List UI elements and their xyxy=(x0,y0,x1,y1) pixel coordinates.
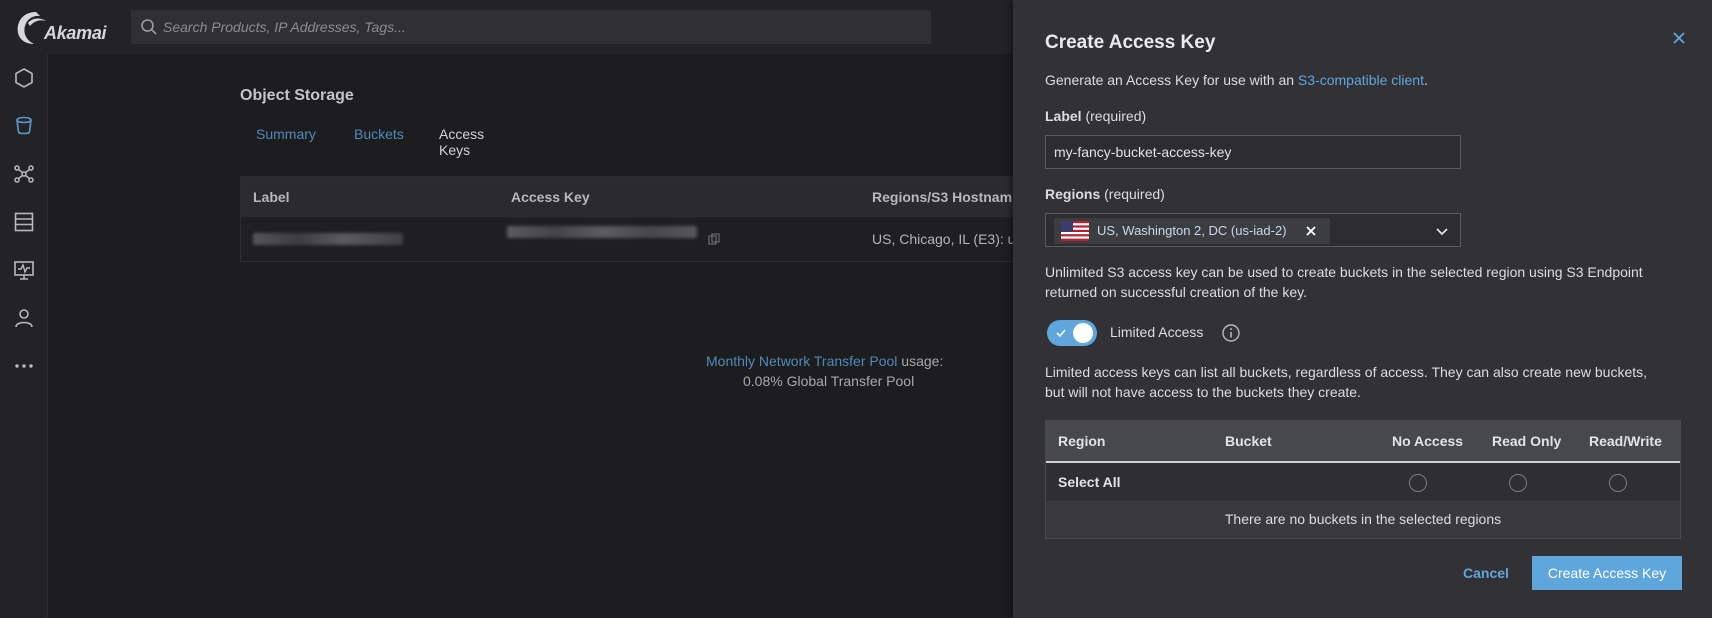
drawer-title: Create Access Key xyxy=(1045,32,1216,53)
sidebar-nav xyxy=(0,54,48,618)
regions-select[interactable]: US, Washington 2, DC (us-iad-2) xyxy=(1045,213,1461,247)
unlimited-access-note: Unlimited S3 access key can be used to c… xyxy=(1045,262,1695,302)
select-all-label: Select All xyxy=(1058,474,1121,490)
check-icon xyxy=(1056,329,1066,338)
tab-access-keys-label: Access Keys xyxy=(439,126,485,158)
table-row: US, Chicago, IL (E3): u xyxy=(241,217,1041,261)
info-icon[interactable] xyxy=(1221,323,1241,343)
copy-icon[interactable] xyxy=(708,233,720,245)
cancel-button[interactable]: Cancel xyxy=(1453,557,1519,589)
compute-icon[interactable] xyxy=(12,66,36,90)
empty-state-row: There are no buckets in the selected reg… xyxy=(1046,501,1680,538)
header-bucket: Bucket xyxy=(1225,433,1272,449)
transfer-suffix: usage: xyxy=(897,353,944,369)
desc-suffix: . xyxy=(1423,72,1428,88)
table-header: Label Access Key Regions/S3 Hostnam xyxy=(241,177,1041,217)
search-icon xyxy=(141,19,157,35)
label-field-title: Label xyxy=(1045,108,1082,124)
label-input[interactable] xyxy=(1045,135,1461,169)
transfer-pool-value: 0.08% Global Transfer Pool xyxy=(743,373,915,389)
region-chip: US, Washington 2, DC (us-iad-2) xyxy=(1054,218,1330,244)
network-icon[interactable] xyxy=(12,162,36,186)
header-regions: Regions/S3 Hostnam xyxy=(872,189,1013,205)
close-icon[interactable] xyxy=(1669,28,1689,48)
header-region: Region xyxy=(1058,433,1106,449)
row-regions: US, Chicago, IL (E3): u xyxy=(872,231,1016,247)
header-no-access: No Access xyxy=(1392,433,1464,449)
transfer-pool-usage: Monthly Network Transfer Pool usage: xyxy=(706,353,943,369)
akamai-logo[interactable]: Akamai xyxy=(14,9,107,45)
permissions-table: Region Bucket No Access Read Only Read/W… xyxy=(1045,420,1681,539)
header-access-key: Access Key xyxy=(511,189,590,205)
region-chip-label: US, Washington 2, DC (us-iad-2) xyxy=(1097,223,1287,238)
object-storage-icon[interactable] xyxy=(12,114,36,138)
select-all-read-only-radio[interactable] xyxy=(1509,474,1527,492)
transfer-pool-link[interactable]: Monthly Network Transfer Pool xyxy=(706,353,897,369)
limited-access-note: Limited access keys can list all buckets… xyxy=(1045,362,1695,402)
redacted-access-key xyxy=(507,226,697,238)
create-access-key-button[interactable]: Create Access Key xyxy=(1532,556,1682,590)
create-access-key-drawer: Create Access Key Generate an Access Key… xyxy=(1013,0,1712,618)
limited-access-label: Limited Access xyxy=(1110,324,1204,340)
limited-access-toggle[interactable] xyxy=(1047,320,1097,346)
limited-note-line-1: Limited access keys can list all buckets… xyxy=(1045,364,1648,380)
unlimited-note-line-1: Unlimited S3 access key can be used to c… xyxy=(1045,264,1643,280)
empty-state-message: There are no buckets in the selected reg… xyxy=(1224,511,1502,527)
s3-client-link[interactable]: S3-compatible client xyxy=(1298,72,1424,88)
global-search[interactable] xyxy=(131,10,931,44)
toggle-knob xyxy=(1073,323,1093,343)
monitor-icon[interactable] xyxy=(12,258,36,282)
more-icon[interactable] xyxy=(12,354,36,378)
logo-text: Akamai xyxy=(44,23,107,43)
select-all-no-access-radio[interactable] xyxy=(1409,474,1427,492)
desc-prefix: Generate an Access Key for use with an xyxy=(1045,72,1298,88)
select-all-row: Select All xyxy=(1046,461,1680,501)
main-content: Object Storage Summary Buckets Access Ke… xyxy=(48,54,1041,618)
unlimited-note-line-2: returned on successful creation of the k… xyxy=(1045,284,1307,300)
tab-buckets-label: Buckets xyxy=(354,126,404,142)
search-input[interactable] xyxy=(163,10,863,44)
databases-icon[interactable] xyxy=(12,210,36,234)
label-field-label: Label (required) xyxy=(1045,108,1146,124)
limited-note-line-2: but will not have access to the buckets … xyxy=(1045,384,1361,400)
us-flag-icon xyxy=(1061,221,1089,241)
account-icon[interactable] xyxy=(12,306,36,330)
header-label[interactable]: Label xyxy=(253,189,290,205)
select-all-read-write-radio[interactable] xyxy=(1609,474,1627,492)
access-keys-table: Label Access Key Regions/S3 Hostnam US, … xyxy=(240,176,1041,262)
header-read-write: Read/Write xyxy=(1589,433,1662,449)
redacted-label xyxy=(253,233,403,245)
header-read-only: Read Only xyxy=(1492,433,1562,449)
remove-region-icon[interactable] xyxy=(1304,224,1318,238)
chevron-down-icon[interactable] xyxy=(1434,223,1450,239)
regions-field-hint: (required) xyxy=(1100,186,1165,202)
regions-field-label: Regions (required) xyxy=(1045,186,1165,202)
page-title: Object Storage xyxy=(240,87,354,104)
tab-summary-label: Summary xyxy=(256,126,316,142)
regions-field-title: Regions xyxy=(1045,186,1101,202)
drawer-description: Generate an Access Key for use with an S… xyxy=(1045,72,1428,88)
permissions-table-header: Region Bucket No Access Read Only Read/W… xyxy=(1046,421,1680,461)
label-field-hint: (required) xyxy=(1081,108,1147,124)
